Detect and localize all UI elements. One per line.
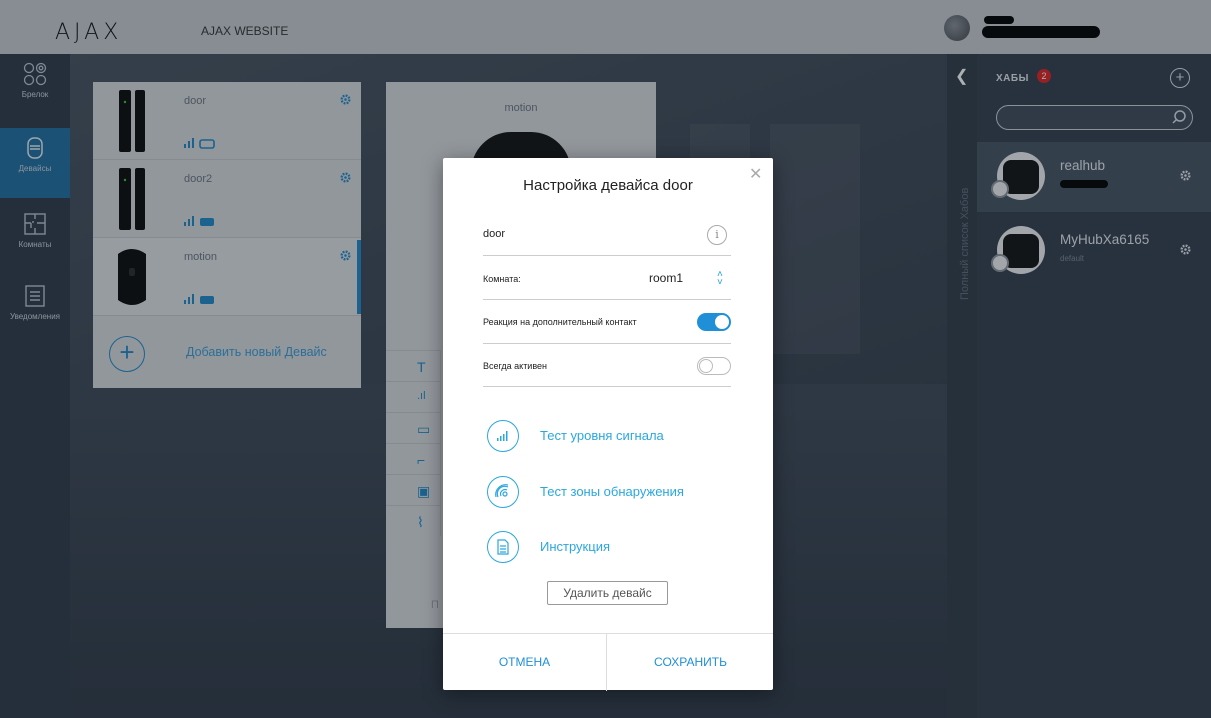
detection-zone-icon: [487, 476, 519, 508]
reaction-label: Реакция на дополнительный контакт: [483, 317, 637, 327]
reaction-row: Реакция на дополнительный контакт: [483, 300, 731, 344]
device-name-value[interactable]: door: [483, 228, 505, 240]
device-name-field[interactable]: door i: [483, 220, 731, 256]
detection-zone-label: Тест зоны обнаружения: [540, 484, 684, 499]
room-label: Комната:: [483, 274, 521, 284]
always-active-label: Всегда активен: [483, 361, 547, 371]
document-icon: [487, 531, 519, 563]
always-active-row: Всегда активен: [483, 344, 731, 387]
reaction-toggle[interactable]: [697, 313, 731, 331]
always-active-toggle[interactable]: [697, 357, 731, 375]
spinner-arrows-icon[interactable]: ˄ ˅: [717, 270, 723, 288]
device-settings-modal: ✕ Настройка девайса door door i Комната:…: [443, 158, 773, 691]
cancel-button[interactable]: ОТМЕНА: [443, 634, 607, 691]
save-button[interactable]: СОХРАНИТЬ: [608, 634, 773, 691]
instruction-label: Инструкция: [540, 539, 610, 554]
detection-zone-test-button[interactable]: Тест зоны обнаружения: [487, 476, 747, 508]
modal-title: Настройка девайса door: [523, 177, 693, 194]
signal-test-icon: [487, 420, 519, 452]
info-icon[interactable]: i: [707, 225, 727, 245]
signal-test-button[interactable]: Тест уровня сигнала: [487, 420, 747, 452]
delete-device-button[interactable]: Удалить девайс: [547, 581, 668, 605]
room-value[interactable]: room1: [649, 271, 683, 285]
signal-test-label: Тест уровня сигнала: [540, 428, 664, 443]
room-select[interactable]: Комната: room1 ˄ ˅: [483, 256, 731, 300]
modal-footer: ОТМЕНА СОХРАНИТЬ: [443, 633, 773, 691]
instruction-button[interactable]: Инструкция: [487, 531, 747, 563]
